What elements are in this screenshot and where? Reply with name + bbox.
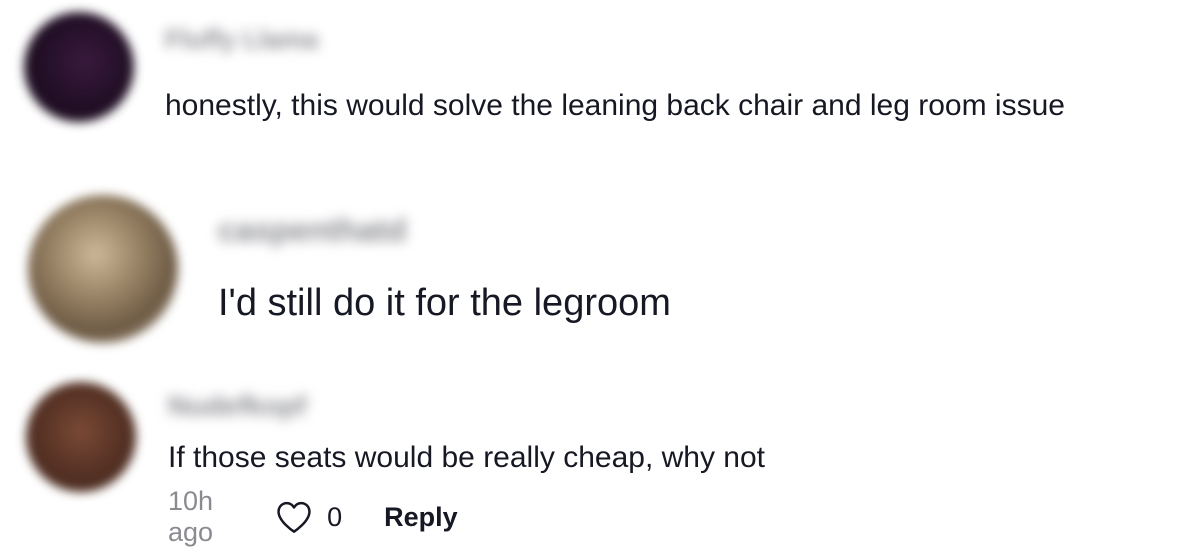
comment-text: I'd still do it for the legroom [218, 282, 671, 324]
reply-button[interactable]: Reply [384, 502, 458, 533]
avatar[interactable] [24, 12, 134, 122]
comment-username[interactable]: Fluffy Llama [165, 24, 318, 55]
heart-outline-icon [277, 501, 311, 533]
like-button[interactable]: 0 [275, 500, 342, 534]
avatar[interactable] [26, 382, 136, 492]
comment-text: honestly, this would solve the leaning b… [165, 89, 1065, 122]
comment-meta: 10h ago 0 Reply [168, 486, 458, 547]
comment-timestamp: 10h ago [168, 486, 214, 547]
like-count: 0 [327, 501, 343, 532]
comment-username[interactable]: Nudefkopf [168, 390, 306, 422]
comment-text: If those seats would be really cheap, wh… [168, 441, 766, 474]
avatar[interactable] [28, 195, 178, 343]
comment-username[interactable]: caspenthatd [218, 212, 406, 249]
